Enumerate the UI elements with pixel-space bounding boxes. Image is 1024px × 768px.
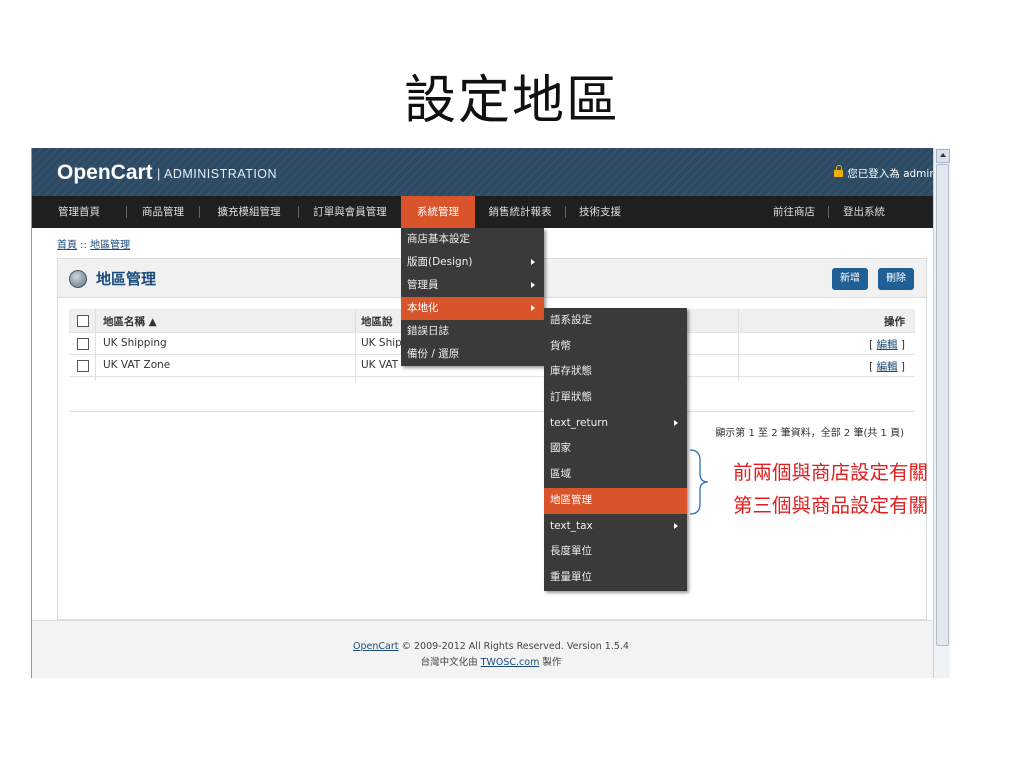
brace-icon [689,449,709,515]
scroll-thumb[interactable] [936,164,949,646]
menu-item-zones[interactable]: 區域 [544,462,687,488]
menu-extensions[interactable]: 擴充模組管理 [200,196,298,228]
menu-help[interactable]: 技術支援 [566,196,634,228]
edit-link[interactable]: [ 編輯 ] [869,359,905,374]
menu-item-order-statuses[interactable]: 訂單狀態 [544,385,687,411]
breadcrumb-home[interactable]: 首頁 [57,240,77,251]
row-checkbox[interactable] [77,338,89,350]
app-header: OpenCart | ADMINISTRATION 您已登入為 admin [32,148,950,196]
footer-opencart-link[interactable]: OpenCart [353,641,398,652]
menu-storefront[interactable]: 前往商店 [760,196,828,228]
footer: OpenCart © 2009-2012 All Rights Reserved… [32,620,950,678]
row-checkbox[interactable] [77,360,89,372]
menu-item-store-settings[interactable]: 商店基本設定 [401,228,544,251]
menu-logout[interactable]: 登出系統 [829,196,899,228]
menu-item-users[interactable]: 管理員 [401,274,544,297]
footer-twosc-link[interactable]: TWOSC.com [481,657,540,668]
annotation-line-2: 第三個與商品設定有關 [733,494,929,517]
zone-desc: UK VAT [361,359,399,371]
menu-item-geo-zones[interactable]: 地區管理 [544,487,687,514]
browser-screenshot: OpenCart | ADMINISTRATION 您已登入為 admin 管理… [31,148,950,678]
chevron-right-icon [531,282,535,288]
vertical-scrollbar[interactable] [933,148,950,678]
menu-item-localisation[interactable]: 本地化 [401,297,544,320]
page-title: 地區管理 [96,270,157,288]
menu-item-currencies[interactable]: 貨幣 [544,334,687,360]
chevron-right-icon [531,259,535,265]
column-action-header: 操作 [884,316,905,328]
menu-item-languages[interactable]: 語系設定 [544,308,687,334]
menu-item-taxes[interactable]: text_tax [544,514,687,540]
localisation-submenu: 語系設定 貨幣 庫存狀態 訂單狀態 text_return 國家 區域 地區管理… [544,308,687,591]
add-button[interactable]: 新增 [832,268,868,290]
menu-catalog[interactable]: 商品管理 [127,196,199,228]
breadcrumb: 首頁 :: 地區管理 [57,240,131,251]
menu-item-design[interactable]: 版面(Design) [401,251,544,274]
slide-title: 設定地區 [403,71,620,131]
chevron-right-icon [674,419,678,426]
menu-item-countries[interactable]: 國家 [544,436,687,462]
menu-item-backup[interactable]: 備份 / 還原 [401,343,544,366]
menu-system[interactable]: 系統管理 [401,196,475,228]
globe-icon [69,270,87,288]
menu-item-weight-classes[interactable]: 重量單位 [544,565,687,591]
menu-item-error-logs[interactable]: 錯誤日誌 [401,320,544,343]
menu-reports[interactable]: 銷售統計報表 [475,196,565,228]
login-status: 您已登入為 admin [834,165,936,181]
zone-name: UK Shipping [103,337,167,349]
delete-button[interactable]: 刪除 [878,268,914,290]
chevron-right-icon [531,305,535,311]
column-desc-header[interactable]: 地區說 [361,314,393,329]
system-dropdown-menu: 商店基本設定 版面(Design) 管理員 本地化 錯誤日誌 備份 / 還原 [401,228,544,366]
edit-link[interactable]: [ 編輯 ] [869,337,905,352]
menu-item-stock-statuses[interactable]: 庫存狀態 [544,359,687,385]
chevron-right-icon [674,522,678,529]
menu-sales[interactable]: 訂單與會員管理 [299,196,401,228]
select-all-checkbox[interactable] [77,315,89,327]
main-menubar: 管理首頁 商品管理 擴充模組管理 訂單與會員管理 系統管理 銷售統計報表 技術支… [32,196,950,228]
lock-icon [834,165,844,177]
annotation-line-1: 前兩個與商店設定有關 [733,461,929,484]
menu-item-length-classes[interactable]: 長度單位 [544,539,687,565]
menu-item-returns[interactable]: text_return [544,411,687,437]
zone-name: UK VAT Zone [103,359,171,371]
scroll-up-icon[interactable] [936,149,950,163]
logo: OpenCart [57,161,153,184]
breadcrumb-current[interactable]: 地區管理 [90,240,130,251]
pagination-info: 顯示第 1 至 2 筆資料，全部 2 筆(共 1 頁) [715,428,904,439]
divider [69,411,915,412]
logo-subtitle: | ADMINISTRATION [157,167,278,181]
column-name-header[interactable]: 地區名稱 ▲ [103,314,157,329]
menu-dashboard[interactable]: 管理首頁 [32,196,126,228]
